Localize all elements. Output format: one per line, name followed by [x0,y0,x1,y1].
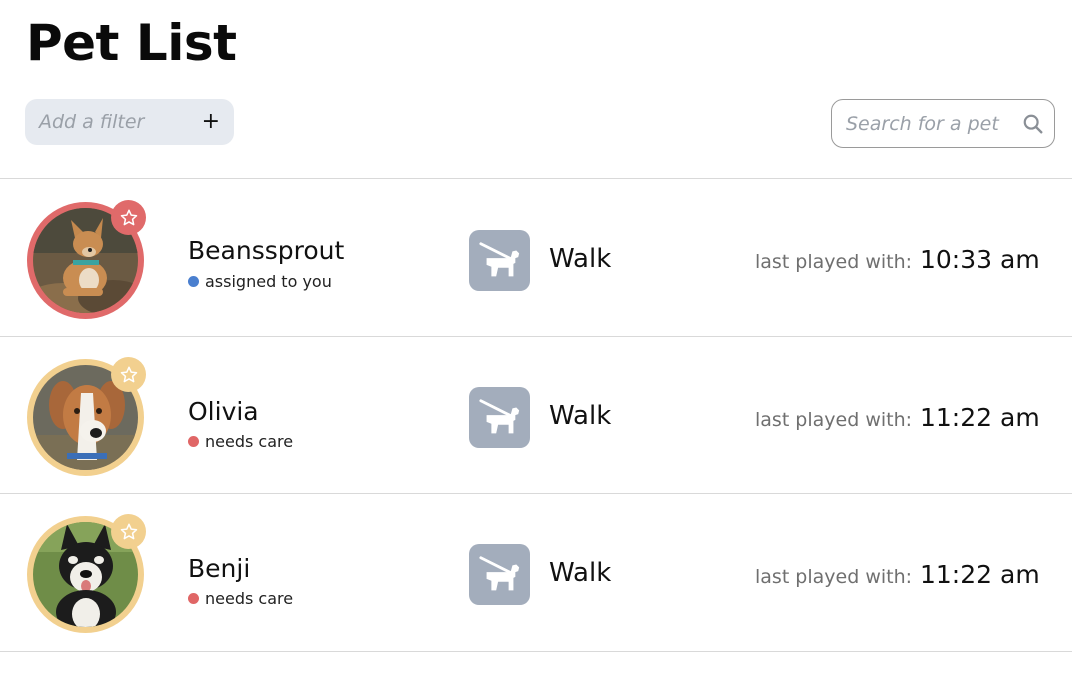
status-badge: assigned to you [188,272,332,291]
favorite-star-icon[interactable] [111,357,146,392]
last-played-time: 10:33 am [920,245,1040,274]
add-filter-button[interactable]: Add a filter + [25,99,234,145]
pet-avatar[interactable] [27,514,146,633]
status-label: needs care [205,432,294,451]
status-badge: needs care [188,432,293,451]
favorite-star-icon[interactable] [111,514,146,549]
status-dot [188,436,199,447]
pet-row[interactable]: Beanssprout assigned to you Walk last pl… [0,179,1072,336]
pet-name: Olivia [188,397,259,426]
status-badge: needs care [188,589,293,608]
pet-avatar[interactable] [27,357,146,476]
pet-name: Beanssprout [188,236,345,265]
page-title: Pet List [26,14,237,72]
pet-name: Benji [188,554,251,583]
pet-row[interactable]: Benji needs care Walk last played with: … [0,494,1072,651]
search-placeholder: Search for a pet [846,112,999,135]
search-icon [1023,114,1043,133]
last-played-time: 11:22 am [920,560,1040,589]
pet-row[interactable]: Olivia needs care Walk last played with:… [0,337,1072,494]
status-label: needs care [205,589,294,608]
last-played-label: last played with: [755,409,913,431]
plus-icon: + [201,109,220,134]
search-input[interactable]: Search for a pet [831,99,1055,148]
pet-avatar[interactable] [27,200,146,319]
filter-placeholder: Add a filter [39,111,145,133]
last-played-label: last played with: [755,566,913,588]
status-label: assigned to you [205,272,332,291]
dog-walk-icon[interactable] [469,544,530,605]
activity-label: Walk [549,558,612,588]
activity-label: Walk [549,244,612,274]
status-dot [188,276,199,287]
favorite-star-icon[interactable] [111,200,146,235]
status-dot [188,593,199,604]
dog-walk-icon[interactable] [469,387,530,448]
row-divider [0,651,1072,652]
last-played-label: last played with: [755,251,913,273]
activity-label: Walk [549,401,612,431]
dog-walk-icon[interactable] [469,230,530,291]
last-played-time: 11:22 am [920,403,1040,432]
